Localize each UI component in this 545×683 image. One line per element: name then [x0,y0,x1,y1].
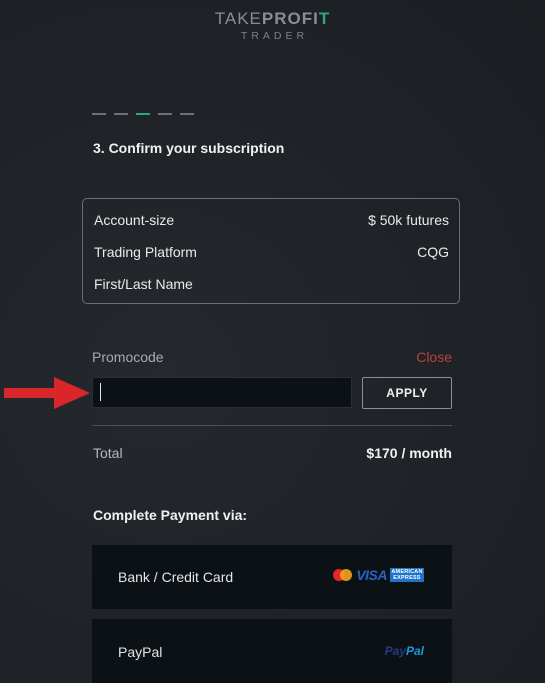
summary-value: $ 50k futures [368,212,449,228]
summary-row-platform: Trading Platform CQG [94,244,449,260]
logo-wordmark: TAKEPROFIT [0,10,545,28]
logo-take-text: TAKE [214,9,262,28]
text-caret [100,383,101,401]
pay-option-label: Bank / Credit Card [118,569,234,585]
mastercard-icon [333,568,353,582]
subscription-page: TAKEPROFIT TRADER 3. Confirm your subscr… [0,0,545,683]
step-progress [92,113,194,115]
summary-label: Account-size [94,212,175,228]
payment-section-title: Complete Payment via: [93,507,248,523]
brand-logo: TAKEPROFIT TRADER [0,10,545,43]
promocode-label: Promocode [92,349,164,365]
logo-profit-text: PROFI [261,9,319,28]
step-indicator-5 [180,113,194,115]
pay-option-label: PayPal [118,644,163,660]
promocode-close-link[interactable]: Close [416,349,452,365]
order-summary-box: Account-size $ 50k futures Trading Platf… [82,198,460,304]
step-indicator-3-active [136,113,150,115]
red-arrow-icon [4,377,90,409]
step-indicator-1 [92,113,106,115]
apply-promocode-button[interactable]: APPLY [362,377,452,409]
divider [92,425,452,426]
card-brand-logos: VISA AMERICAN EXPRESS [333,567,424,583]
summary-label: Trading Platform [94,244,197,260]
logo-t-accent: T [318,9,331,28]
amex-icon: AMERICAN EXPRESS [390,568,424,582]
step-title: 3. Confirm your subscription [93,140,285,156]
promocode-input[interactable] [92,377,352,408]
paypal-logo-icon: PayPal [384,644,424,658]
summary-row-name: First/Last Name [94,276,449,292]
summary-value: CQG [417,244,449,260]
summary-label: First/Last Name [94,276,193,292]
total-price: $170 / month [366,445,452,461]
summary-row-account-size: Account-size $ 50k futures [94,212,449,228]
total-label: Total [93,445,123,461]
pay-with-paypal-option[interactable]: PayPal PayPal [92,619,452,683]
step-indicator-2 [114,113,128,115]
step-indicator-4 [158,113,172,115]
visa-icon: VISA [356,567,387,583]
logo-subtitle: TRADER [240,30,309,42]
pay-with-card-option[interactable]: Bank / Credit Card VISA AMERICAN EXPRESS [92,545,452,609]
